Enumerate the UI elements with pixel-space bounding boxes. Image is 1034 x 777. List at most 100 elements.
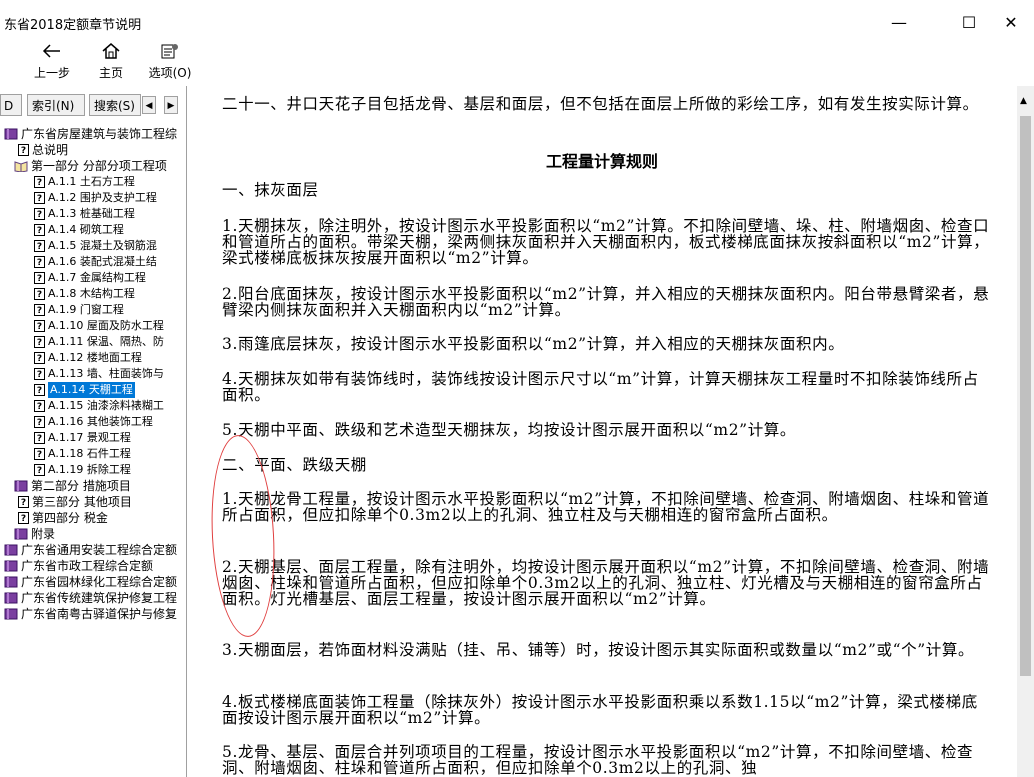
tree-item-label: A.1.7 金属结构工程 bbox=[48, 271, 146, 284]
help-topic-icon: ? bbox=[34, 304, 45, 316]
tree-item[interactable]: 广东省市政工程综合定额 bbox=[4, 558, 153, 574]
tree-item[interactable]: 第二部分 措施项目 bbox=[14, 478, 131, 494]
home-icon bbox=[83, 40, 139, 62]
subheading-flat-ceiling: 二、平面、跌级天棚 bbox=[222, 456, 367, 474]
scroll-thumb[interactable] bbox=[1020, 116, 1031, 676]
book-icon bbox=[4, 592, 18, 604]
book-icon bbox=[14, 528, 28, 540]
help-topic-icon: ? bbox=[18, 496, 29, 508]
tab-next-arrow[interactable]: ▶ bbox=[164, 96, 178, 114]
tree-item[interactable]: 广东省南粤古驿道保护与修复 bbox=[4, 606, 177, 622]
tree-item-label: A.1.16 其他装饰工程 bbox=[48, 415, 153, 428]
options-button[interactable]: 选项(O) bbox=[142, 40, 198, 82]
tree-item-label: A.1.17 景观工程 bbox=[48, 431, 131, 444]
tree-item-label: A.1.19 拆除工程 bbox=[48, 463, 131, 476]
book-icon bbox=[4, 544, 18, 556]
tree-item[interactable]: 广东省通用安装工程综合定额 bbox=[4, 542, 177, 558]
paragraph-plaster-1: 1.天棚抹灰，除注明外，按设计图示水平投影面积以“m2”计算。不扣除间壁墙、垛、… bbox=[222, 217, 990, 267]
tree-item[interactable]: ? 总说明 bbox=[18, 142, 68, 158]
tree-item[interactable]: ? A.1.8 木结构工程 bbox=[34, 286, 135, 302]
tree-item[interactable]: ? A.1.14 天棚工程 bbox=[34, 382, 135, 398]
tab-contents[interactable]: D bbox=[0, 94, 22, 116]
nav-tabs: D 索引(N) 搜索(S) ◀ ▶ bbox=[0, 94, 186, 118]
help-topic-icon: ? bbox=[34, 256, 45, 268]
tree-item[interactable]: ? A.1.12 楼地面工程 bbox=[34, 350, 142, 366]
tree-item-label: A.1.4 砌筑工程 bbox=[48, 223, 124, 236]
help-topic-icon: ? bbox=[34, 208, 45, 220]
content-scrollbar[interactable]: ▲ bbox=[1017, 86, 1034, 777]
tree-item-label: 广东省市政工程综合定额 bbox=[21, 559, 154, 573]
paragraph-plaster-3: 3.雨篷底层抹灰，按设计图示水平投影面积以“m2”计算，并入相应的天棚抹灰面积内… bbox=[222, 335, 845, 353]
help-topic-icon: ? bbox=[18, 144, 29, 156]
tree-item-label: A.1.11 保温、隔热、防 bbox=[48, 335, 164, 348]
tree-item[interactable]: ? A.1.3 桩基础工程 bbox=[34, 206, 135, 222]
tree-item[interactable]: ? A.1.13 墙、柱面装饰与 bbox=[34, 366, 164, 382]
help-topic-icon: ? bbox=[34, 272, 45, 284]
tab-prev-arrow[interactable]: ◀ bbox=[142, 96, 156, 114]
tree-item[interactable]: 第一部分 分部分项工程项 bbox=[14, 158, 167, 174]
tree-item[interactable]: ? A.1.18 石件工程 bbox=[34, 446, 131, 462]
tree-item[interactable]: ? 第四部分 税金 bbox=[18, 510, 108, 526]
home-button[interactable]: 主页 bbox=[83, 40, 139, 82]
tree-item[interactable]: ? A.1.2 围护及支护工程 bbox=[34, 190, 157, 206]
tree-item[interactable]: ? A.1.5 混凝土及钢筋混 bbox=[34, 238, 157, 254]
section-heading: 工程量计算规则 bbox=[545, 152, 658, 171]
tree-item[interactable]: ? 第三部分 其他项目 bbox=[18, 494, 132, 510]
tree-item[interactable]: ? A.1.15 油漆涂料裱糊工 bbox=[34, 398, 164, 414]
help-topic-icon: ? bbox=[34, 352, 45, 364]
tree-item-label: 总说明 bbox=[32, 143, 69, 157]
book-icon bbox=[4, 128, 18, 140]
help-topic-icon: ? bbox=[34, 400, 45, 412]
tree-item[interactable]: 广东省传统建筑保护修复工程 bbox=[4, 590, 177, 606]
tree-item[interactable]: 广东省房屋建筑与装饰工程综 bbox=[4, 126, 177, 142]
close-button[interactable]: ✕ bbox=[988, 8, 1034, 36]
tree-item-label: A.1.18 石件工程 bbox=[48, 447, 131, 460]
tree-item-label: A.1.14 天棚工程 bbox=[48, 382, 135, 398]
help-topic-icon: ? bbox=[18, 512, 29, 524]
tree-item[interactable]: ? A.1.10 屋面及防水工程 bbox=[34, 318, 164, 334]
tab-search[interactable]: 搜索(S) bbox=[89, 94, 141, 116]
tree-item-label: 广东省园林绿化工程综合定额 bbox=[21, 575, 178, 589]
minimize-button[interactable]: — bbox=[876, 8, 922, 36]
tree-item-label: 第二部分 措施项目 bbox=[31, 479, 131, 493]
tree-item[interactable]: ? A.1.11 保温、隔热、防 bbox=[34, 334, 164, 350]
paragraph-ceiling-3: 3.天棚面层，若饰面材料没满贴（挂、吊、铺等）时，按设计图示其实际面积或数量以“… bbox=[222, 641, 975, 659]
open-book-icon bbox=[14, 160, 28, 173]
help-topic-icon: ? bbox=[34, 384, 45, 396]
tree-item[interactable]: ? A.1.4 砌筑工程 bbox=[34, 222, 124, 238]
help-topic-icon: ? bbox=[34, 240, 45, 252]
tree-item-label: A.1.13 墙、柱面装饰与 bbox=[48, 367, 164, 380]
scroll-up-arrow[interactable]: ▲ bbox=[1020, 96, 1027, 106]
paragraph-plaster-2: 2.阳台底面抹灰，按设计图示水平投影面积以“m2”计算，并入相应的天棚抹灰面积内… bbox=[222, 285, 990, 319]
tree-item[interactable]: ? A.1.17 景观工程 bbox=[34, 430, 131, 446]
tree-item-label: A.1.1 土石方工程 bbox=[48, 175, 135, 188]
book-icon bbox=[4, 608, 18, 620]
help-topic-icon: ? bbox=[34, 320, 45, 332]
navigation-pane: D 索引(N) 搜索(S) ◀ ▶ 广东省房屋建筑与装饰工程综? 总说明 第一部分 … bbox=[0, 86, 187, 777]
tree-item[interactable]: 附录 bbox=[14, 526, 55, 542]
tree-item-label: A.1.6 装配式混凝土结 bbox=[48, 255, 157, 268]
toolbar: 上一步 主页 选项(O) bbox=[0, 38, 1034, 86]
tab-index[interactable]: 索引(N) bbox=[27, 94, 85, 116]
tree-item-label: A.1.15 油漆涂料裱糊工 bbox=[48, 399, 164, 412]
help-topic-icon: ? bbox=[34, 288, 45, 300]
tree-item-label: 附录 bbox=[31, 527, 56, 541]
back-button[interactable]: 上一步 bbox=[24, 40, 80, 82]
tree-item-label: 第一部分 分部分项工程项 bbox=[31, 159, 167, 173]
tree-item-label: A.1.12 楼地面工程 bbox=[48, 351, 142, 364]
window-title: 东省2018定额章节说明 bbox=[4, 18, 142, 33]
help-topic-icon: ? bbox=[34, 224, 45, 236]
maximize-button[interactable]: ☐ bbox=[946, 8, 992, 36]
tree-item[interactable]: ? A.1.6 装配式混凝土结 bbox=[34, 254, 157, 270]
help-topic-icon: ? bbox=[34, 416, 45, 428]
tree-item[interactable]: ? A.1.16 其他装饰工程 bbox=[34, 414, 153, 430]
tree-item[interactable]: 广东省园林绿化工程综合定额 bbox=[4, 574, 177, 590]
help-topic-icon: ? bbox=[34, 368, 45, 380]
tree-item-label: 广东省南粤古驿道保护与修复 bbox=[21, 607, 178, 621]
tree-item[interactable]: ? A.1.19 拆除工程 bbox=[34, 462, 131, 478]
help-topic-icon: ? bbox=[34, 336, 45, 348]
tree-item[interactable]: ? A.1.1 土石方工程 bbox=[34, 174, 135, 190]
tree-item[interactable]: ? A.1.9 门窗工程 bbox=[34, 302, 124, 318]
subheading-plaster: 一、抹灰面层 bbox=[222, 181, 319, 199]
tree-item[interactable]: ? A.1.7 金属结构工程 bbox=[34, 270, 146, 286]
